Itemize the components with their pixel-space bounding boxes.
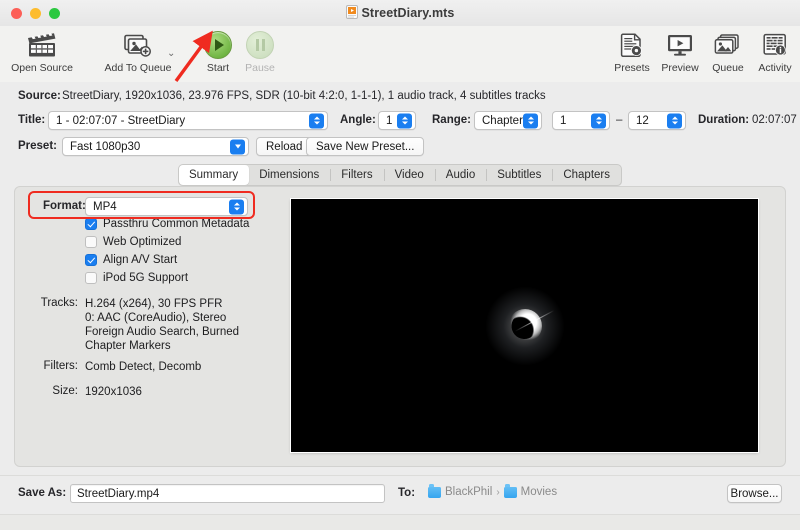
tab-chapters[interactable]: Chapters: [552, 165, 621, 185]
main-toolbar: Open Source Add To Queue ⌄ Start Pause P…: [0, 26, 800, 83]
angle-label: Angle:: [340, 114, 376, 126]
stepper-arrows-icon: [591, 113, 606, 128]
to-label: To:: [398, 487, 416, 499]
preview-thumbnail[interactable]: [291, 199, 758, 452]
duration-label: Duration:: [698, 114, 750, 126]
checkbox-passthru-common-metadata[interactable]: Passthru Common Metadata: [85, 218, 249, 230]
folder-icon: [428, 484, 441, 498]
checkbox-web-optimized[interactable]: Web Optimized: [85, 236, 181, 248]
source-value: StreetDiary, 1920x1036, 23.976 FPS, SDR …: [62, 90, 546, 102]
stepper-arrows-icon: [667, 113, 682, 128]
format-select-value: MP4: [93, 200, 117, 213]
tab-subtitles[interactable]: Subtitles: [486, 165, 552, 185]
add-to-queue-label: Add To Queue: [104, 62, 172, 74]
activity-button[interactable]: Activity: [733, 30, 800, 74]
save-as-input[interactable]: [70, 484, 385, 503]
pause-icon: [246, 31, 274, 59]
stepper-arrows-icon: [523, 113, 538, 128]
duration-value: 02:07:07: [752, 114, 797, 126]
preset-label: Preset:: [18, 140, 57, 152]
reload-button[interactable]: Reload: [256, 137, 313, 156]
tab-audio[interactable]: Audio: [434, 165, 486, 185]
angle-select-value: 1: [386, 114, 393, 127]
filters-value: Comb Detect, Decomb: [85, 361, 202, 373]
status-bar: [0, 514, 800, 530]
tab-dimensions[interactable]: Dimensions: [248, 165, 330, 185]
size-value: 1920x1036: [85, 386, 142, 398]
tabstrip: Summary Dimensions Filters Video Audio S…: [177, 164, 622, 186]
stepper-arrows-icon: [229, 199, 244, 214]
chapter-end-value: 12: [636, 114, 649, 127]
output-bar: Save As: To: BlackPhil › Movies Browse..…: [0, 475, 800, 515]
tab-summary[interactable]: Summary: [178, 165, 250, 185]
filters-label: Filters:: [43, 360, 79, 372]
open-source-label: Open Source: [11, 62, 73, 74]
save-as-label: Save As:: [18, 487, 67, 499]
checkbox-label: iPod 5G Support: [103, 272, 189, 284]
format-label: Format:: [43, 200, 86, 212]
path-separator: ›: [496, 486, 500, 498]
open-source-button[interactable]: Open Source: [0, 30, 84, 74]
chapter-start-value: 1: [560, 114, 567, 127]
handbrake-window: StreetDiary.mts Open Source Add To Queue…: [0, 0, 800, 530]
folder-icon: [503, 484, 517, 498]
format-select[interactable]: MP4: [85, 197, 248, 216]
title-label: Title:: [18, 114, 46, 126]
chapter-end-select[interactable]: 12: [628, 111, 686, 130]
checkbox-icon-unchecked: [85, 272, 97, 284]
preset-select-value: Fast 1080p30: [70, 140, 141, 153]
path-part-2: Movies: [520, 486, 558, 498]
pause-label: Pause: [245, 62, 275, 74]
window-title: StreetDiary.mts: [0, 5, 800, 20]
save-new-preset-button[interactable]: Save New Preset...: [306, 137, 425, 156]
checkbox-ipod-5g-support[interactable]: iPod 5G Support: [85, 272, 188, 284]
range-label: Range:: [432, 114, 471, 126]
stepper-arrows-icon: [309, 113, 324, 128]
title-select-value: 1 - 02:07:07 - StreetDiary: [56, 114, 186, 127]
activity-label: Activity: [758, 62, 792, 74]
checkbox-label: Web Optimized: [103, 236, 182, 248]
path-part-1: BlackPhil: [445, 486, 493, 498]
source-info-area: Source: StreetDiary, 1920x1036, 23.976 F…: [0, 82, 800, 164]
tab-filters[interactable]: Filters: [330, 165, 383, 185]
range-dash: –: [616, 114, 623, 126]
title-select[interactable]: 1 - 02:07:07 - StreetDiary: [48, 111, 328, 130]
checkbox-icon-unchecked: [85, 236, 97, 248]
checkbox-icon-checked: [85, 218, 97, 230]
clapperboard-icon: [0, 30, 84, 60]
checkbox-label: Passthru Common Metadata: [103, 218, 250, 230]
range-type-value: Chapters: [482, 114, 529, 127]
size-label: Size:: [52, 385, 78, 397]
angle-select[interactable]: 1: [378, 111, 416, 130]
checkbox-label: Align A/V Start: [103, 254, 178, 266]
window-title-text: StreetDiary.mts: [361, 6, 455, 20]
source-label: Source:: [18, 90, 61, 102]
settings-tabbar: Summary Dimensions Filters Video Audio S…: [0, 164, 800, 186]
chevron-down-icon: [230, 139, 245, 154]
destination-path[interactable]: BlackPhil › Movies: [428, 484, 558, 498]
window-titlebar: StreetDiary.mts: [0, 0, 800, 27]
chevron-down-icon[interactable]: ⌄: [167, 48, 175, 59]
checkbox-align-av-start[interactable]: Align A/V Start: [85, 254, 177, 266]
bright-crescent-flare: [465, 266, 585, 386]
checkbox-icon-checked: [85, 254, 97, 266]
tracks-value: H.264 (x264), 30 FPS PFR 0: AAC (CoreAud…: [85, 298, 240, 352]
activity-log-info-icon: [733, 30, 800, 60]
chapter-start-select[interactable]: 1: [552, 111, 610, 130]
video-file-icon: [345, 5, 358, 19]
range-type-select[interactable]: Chapters: [474, 111, 542, 130]
pause-button: Pause: [218, 30, 302, 74]
tab-video[interactable]: Video: [383, 165, 435, 185]
stepper-arrows-icon: [397, 113, 412, 128]
tracks-label: Tracks:: [40, 297, 78, 309]
browse-button[interactable]: Browse...: [727, 484, 782, 503]
preset-select[interactable]: Fast 1080p30: [62, 137, 249, 156]
